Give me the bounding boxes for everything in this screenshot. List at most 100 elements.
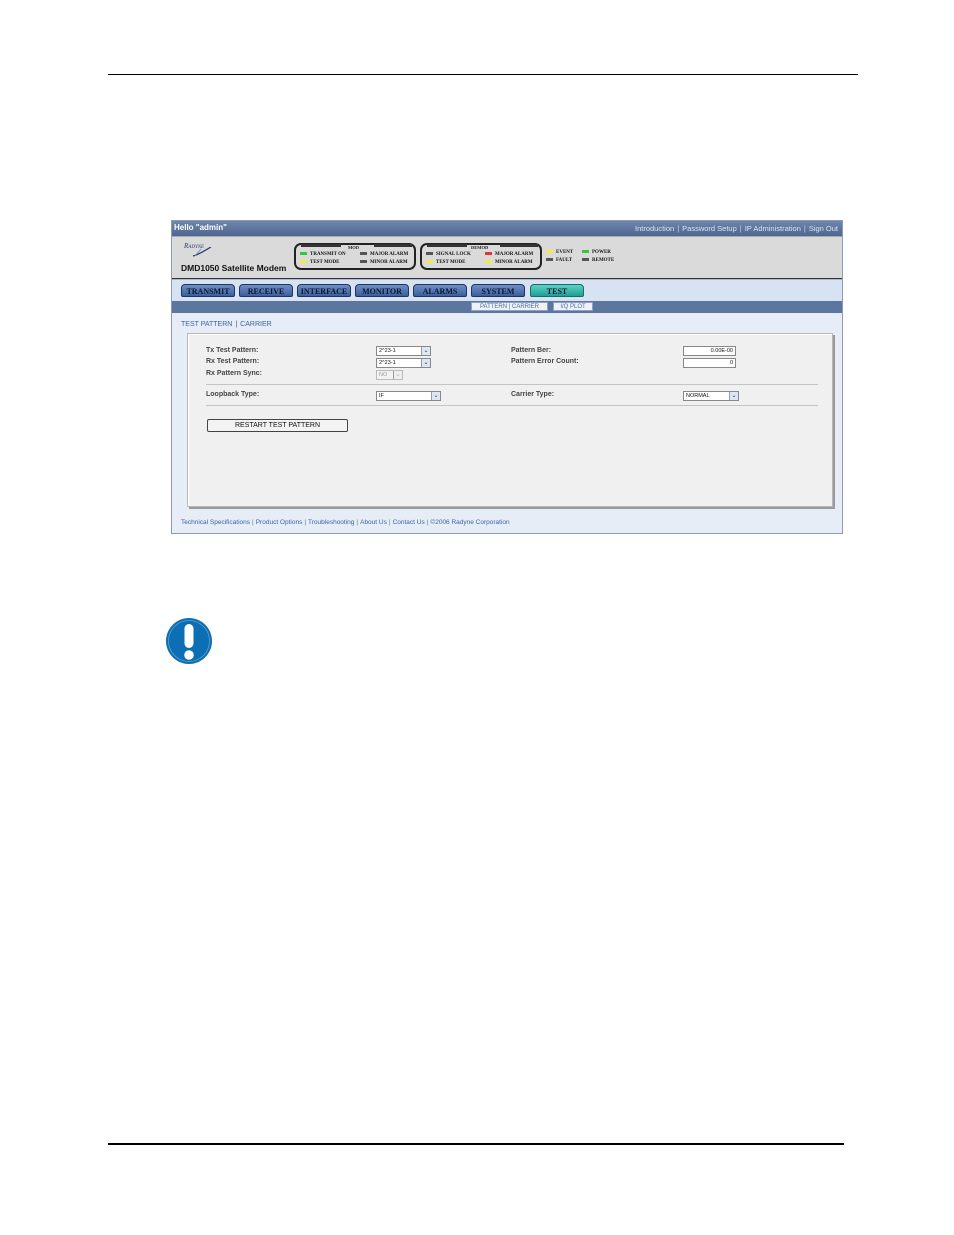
indicator-label: TEST MODE	[436, 260, 466, 265]
mod-title: MOD	[348, 245, 359, 250]
status-event: EVENT	[546, 250, 573, 255]
page-header-rule	[108, 74, 858, 75]
tab-monitor[interactable]: MONITOR	[355, 284, 409, 297]
tab-transmit[interactable]: TRANSMIT	[181, 284, 235, 297]
link-password-setup[interactable]: Password Setup	[682, 224, 737, 233]
breadcrumb-test-pattern[interactable]: TEST PATTERN	[181, 321, 232, 328]
led-icon	[360, 260, 367, 264]
select-value: 2^23-1	[379, 348, 396, 354]
main-content: TEST PATTERN | CARRIER Tx Test Pattern: 2^…	[172, 313, 842, 533]
top-links: Introduction | Password Setup | IP Administr…	[635, 224, 838, 233]
indicator-label: MAJOR ALARM	[370, 252, 409, 257]
tab-receive[interactable]: RECEIVE	[239, 284, 293, 297]
chevron-down-icon: ⌄	[393, 371, 402, 379]
tx-test-pattern-select[interactable]: 2^23-1 ⌄	[376, 346, 431, 356]
led-icon	[582, 250, 589, 254]
indicator-label: POWER	[592, 250, 611, 255]
sub-tab-bar: PATTERN | CARRIER I/Q PLOT	[172, 301, 842, 313]
subtab-iq-plot[interactable]: I/Q PLOT	[553, 302, 593, 311]
indicator-label: EVENT	[556, 250, 574, 255]
chevron-down-icon: ⌄	[431, 392, 440, 400]
footer-technical-specifications[interactable]: Technical Specifications	[181, 519, 250, 526]
select-value: 2^23-1	[379, 360, 396, 366]
subtab-pattern-carrier[interactable]: PATTERN | CARRIER	[471, 302, 548, 311]
page-footer-rule	[108, 1143, 844, 1145]
tx-test-pattern-label: Tx Test Pattern:	[206, 347, 259, 354]
mod-test-mode: TEST MODE	[300, 260, 340, 265]
pattern-error-count-field: 0	[683, 358, 736, 368]
link-separator: |	[677, 224, 680, 233]
link-separator: |	[803, 224, 806, 233]
breadcrumb: TEST PATTERN | CARRIER	[181, 321, 272, 328]
rx-pattern-sync-label: Rx Pattern Sync:	[206, 370, 263, 377]
tab-interface[interactable]: INTERFACE	[297, 284, 351, 297]
breadcrumb-separator: |	[235, 321, 238, 328]
demod-title: DEMOD	[471, 245, 489, 250]
led-icon	[582, 258, 589, 262]
footer-separator: |	[252, 519, 254, 526]
top-bar: Hello "admin" Introduction | Password Setu…	[172, 221, 842, 236]
led-icon	[360, 252, 367, 256]
tab-system[interactable]: SYSTEM	[471, 284, 525, 297]
led-icon	[426, 260, 433, 264]
mod-indicator-group: MOD TRANSMIT ON MAJOR ALARM TEST MODE MI…	[294, 243, 416, 270]
greeting: Hello "admin"	[174, 223, 227, 232]
rx-pattern-sync-select: NO ⌄	[376, 370, 403, 380]
footer-about-us[interactable]: About Us	[360, 519, 387, 526]
product-name: DMD1050 Satellite Modem	[181, 263, 287, 273]
led-icon	[485, 260, 492, 264]
select-value: NORMAL	[686, 393, 710, 399]
led-icon	[546, 258, 553, 262]
chevron-down-icon: ⌄	[421, 347, 430, 355]
indicator-label: SIGNAL LOCK	[436, 252, 471, 257]
mod-major-alarm: MAJOR ALARM	[360, 252, 408, 257]
led-icon	[300, 252, 307, 256]
important-note-icon	[166, 618, 212, 664]
led-icon	[300, 260, 307, 264]
select-value: NO	[379, 372, 388, 378]
link-sign-out[interactable]: Sign Out	[809, 224, 838, 233]
group-bar	[427, 244, 467, 247]
carrier-type-select[interactable]: NORMAL ⌄	[683, 391, 739, 401]
chevron-down-icon: ⌄	[729, 392, 738, 400]
footer-product-options[interactable]: Product Options	[256, 519, 303, 526]
demod-indicator-group: DEMOD SIGNAL LOCK MAJOR ALARM TEST MODE …	[420, 243, 542, 270]
indicator-label: REMOTE	[592, 258, 615, 263]
tab-alarms[interactable]: ALARMS	[413, 284, 467, 297]
footer-separator: |	[388, 519, 391, 526]
indicator-label: TEST MODE	[310, 260, 340, 265]
carrier-type-label: Carrier Type:	[511, 391, 555, 398]
link-ip-administration[interactable]: IP Administration	[745, 224, 801, 233]
footer-copyright: ©2006 Radyne Corporation	[430, 519, 510, 526]
test-settings-panel: Tx Test Pattern: 2^23-1 ⌄ Rx Test Pattern…	[187, 333, 833, 507]
footer-troubleshooting[interactable]: Troubleshooting	[308, 519, 354, 526]
breadcrumb-carrier[interactable]: CARRIER	[240, 321, 272, 328]
footer-contact-us[interactable]: Contact Us	[393, 519, 425, 526]
main-tab-bar: TRANSMIT RECEIVE INTERFACE MONITOR ALARM…	[172, 279, 842, 302]
indicator-label: TRANSMIT ON	[310, 252, 346, 257]
demod-major-alarm: MAJOR ALARM	[485, 252, 533, 257]
link-introduction[interactable]: Introduction	[635, 224, 674, 233]
footer-links: Technical Specifications | Product Options…	[181, 519, 510, 526]
group-bar	[500, 244, 538, 247]
footer-separator: |	[304, 519, 307, 526]
indicator-label: FAULT	[556, 258, 573, 263]
led-icon	[485, 252, 492, 256]
indicator-label: MINOR ALARM	[495, 260, 533, 265]
tab-test[interactable]: TEST	[530, 284, 584, 297]
indicator-label: MINOR ALARM	[370, 260, 408, 265]
led-icon	[546, 250, 553, 254]
rx-test-pattern-label: Rx Test Pattern:	[206, 358, 260, 365]
mod-minor-alarm: MINOR ALARM	[360, 260, 408, 265]
mod-transmit-on: TRANSMIT ON	[300, 252, 346, 257]
chevron-down-icon: ⌄	[421, 359, 430, 367]
screenshot-figure: Hello "admin" Introduction | Password Setu…	[171, 220, 843, 534]
loopback-type-label: Loopback Type:	[206, 391, 260, 398]
footer-separator: |	[356, 519, 359, 526]
select-value: IF	[379, 393, 384, 399]
pattern-error-count-label: Pattern Error Count:	[511, 358, 579, 365]
loopback-type-select[interactable]: IF ⌄	[376, 391, 441, 401]
restart-test-pattern-button[interactable]: RESTART TEST PATTERN	[207, 419, 348, 432]
logo-swoosh-icon	[192, 247, 212, 257]
rx-test-pattern-select[interactable]: 2^23-1 ⌄	[376, 358, 431, 368]
